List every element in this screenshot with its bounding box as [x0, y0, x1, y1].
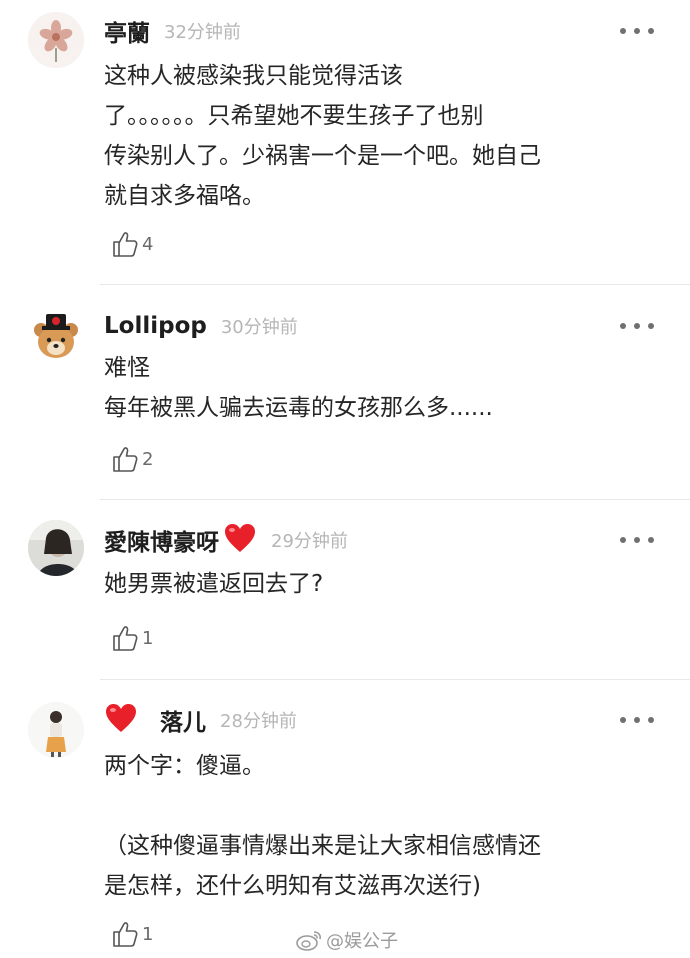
- like-count: 4: [142, 233, 154, 255]
- comment-text: 她男票被遣返回去了?: [104, 564, 664, 604]
- comment-header: 愛陳博豪呀 29分钟前: [104, 523, 348, 557]
- weibo-watermark: @娱公子: [296, 926, 398, 954]
- figure-avatar-icon: [28, 702, 84, 758]
- like-button[interactable]: 1: [112, 622, 153, 654]
- comment-line: [104, 786, 664, 826]
- weibo-logo-icon: [296, 931, 321, 951]
- thumbs-up-icon: [113, 447, 138, 472]
- user-avatar[interactable]: [28, 308, 84, 364]
- more-options-icon[interactable]: [620, 21, 654, 41]
- comment-line: 两个字：傻逼。: [104, 753, 265, 779]
- comment-header: 落儿 28分钟前: [104, 703, 297, 737]
- more-options-icon[interactable]: [620, 710, 654, 730]
- comment-text: 这种人被感染我只能觉得活该 了。。。。。。只希望她不要生孩子了也别 传染别人了。…: [104, 56, 664, 216]
- like-count: 1: [142, 627, 154, 649]
- like-button[interactable]: 1: [112, 918, 153, 950]
- timestamp: 28分钟前: [220, 711, 297, 732]
- thumbs-up-icon: [113, 922, 138, 947]
- comment-line: 每年被黑人骗去运毒的女孩那么多......: [104, 395, 493, 421]
- comment-text: 难怪 每年被黑人骗去运毒的女孩那么多......: [104, 348, 664, 428]
- user-avatar[interactable]: [28, 702, 84, 758]
- timestamp: 29分钟前: [271, 531, 348, 552]
- more-options-icon[interactable]: [620, 316, 654, 336]
- comment-line: 难怪: [104, 355, 150, 381]
- thumbs-up-icon: [113, 626, 138, 651]
- comment-line: 这种人被感染我只能觉得活该: [104, 63, 403, 89]
- flower-avatar-icon: [28, 12, 84, 68]
- comment-line: 了。。。。。。只希望她不要生孩子了也别: [104, 103, 484, 129]
- username[interactable]: 愛陳博豪呀: [104, 523, 219, 557]
- username[interactable]: 亭蘭: [104, 14, 150, 48]
- comment-line: 是怎样，还什么明知有艾滋再次送行): [104, 873, 481, 899]
- comment-header: Lollipop 30分钟前: [104, 309, 298, 343]
- comment-line: 就自求多福咯。: [104, 183, 265, 209]
- timestamp: 30分钟前: [220, 317, 298, 338]
- comment-line: 传染别人了。少祸害一个是一个吧。她自己: [104, 143, 541, 169]
- timestamp: 32分钟前: [164, 22, 241, 43]
- divider: [100, 499, 690, 500]
- thumbs-up-icon: [113, 232, 138, 257]
- like-button[interactable]: 2: [112, 443, 153, 475]
- heart-icon: [104, 702, 138, 738]
- username[interactable]: Lollipop: [104, 313, 207, 339]
- divider: [100, 284, 690, 285]
- like-count: 2: [142, 448, 154, 470]
- watermark-text: @娱公子: [326, 931, 398, 952]
- bear-avatar-icon: [28, 308, 84, 364]
- like-count: 1: [142, 923, 154, 945]
- comment-line: （这种傻逼事情爆出来是让大家相信感情还: [104, 833, 541, 859]
- heart-icon: [223, 522, 257, 558]
- comment-feed: 亭蘭 32分钟前 这种人被感染我只能觉得活该 了。。。。。。只希望她不要生孩子了…: [0, 0, 690, 958]
- divider: [100, 679, 690, 680]
- photo-avatar-icon: [28, 520, 84, 576]
- username[interactable]: 落儿: [160, 703, 206, 737]
- user-avatar[interactable]: [28, 520, 84, 576]
- user-avatar[interactable]: [28, 12, 84, 68]
- comment-text: 两个字：傻逼。 （这种傻逼事情爆出来是让大家相信感情还 是怎样，还什么明知有艾滋…: [104, 746, 664, 906]
- comment-header: 亭蘭 32分钟前: [104, 14, 241, 48]
- more-options-icon[interactable]: [620, 530, 654, 550]
- comment-line: 她男票被遣返回去了?: [104, 571, 324, 597]
- like-button[interactable]: 4: [112, 228, 153, 260]
